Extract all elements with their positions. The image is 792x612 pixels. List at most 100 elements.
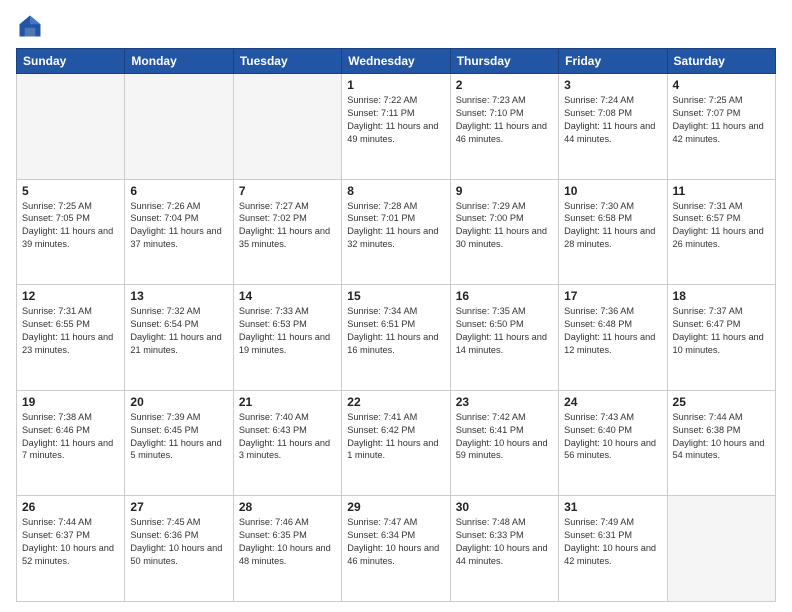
day-info: Sunrise: 7:47 AM Sunset: 6:34 PM Dayligh…	[347, 516, 444, 568]
day-info: Sunrise: 7:41 AM Sunset: 6:42 PM Dayligh…	[347, 411, 444, 463]
table-row: 3Sunrise: 7:24 AM Sunset: 7:08 PM Daylig…	[559, 74, 667, 180]
day-number: 20	[130, 395, 227, 409]
day-number: 4	[673, 78, 770, 92]
day-info: Sunrise: 7:26 AM Sunset: 7:04 PM Dayligh…	[130, 200, 227, 252]
day-info: Sunrise: 7:36 AM Sunset: 6:48 PM Dayligh…	[564, 305, 661, 357]
day-info: Sunrise: 7:45 AM Sunset: 6:36 PM Dayligh…	[130, 516, 227, 568]
day-number: 8	[347, 184, 444, 198]
day-number: 29	[347, 500, 444, 514]
table-row	[125, 74, 233, 180]
table-row: 30 Sunrise: 7:48 AM Sunset: 6:33 PM Dayli…	[450, 496, 558, 602]
table-row: 2Sunrise: 7:23 AM Sunset: 7:10 PM Daylig…	[450, 74, 558, 180]
col-tuesday: Tuesday	[233, 49, 341, 74]
logo-icon	[16, 12, 44, 40]
day-info: Sunrise: 7:32 AM Sunset: 6:54 PM Dayligh…	[130, 305, 227, 357]
day-number: 6	[130, 184, 227, 198]
day-number: 28	[239, 500, 336, 514]
day-info: Sunrise: 7:44 AM Sunset: 6:38 PM Dayligh…	[673, 411, 770, 463]
table-row: 11 Sunrise: 7:31 AM Sunset: 6:57 PM Dayli…	[667, 179, 775, 285]
table-row: 16Sunrise: 7:35 AM Sunset: 6:50 PM Dayli…	[450, 285, 558, 391]
day-number: 14	[239, 289, 336, 303]
day-info: Sunrise: 7:28 AM Sunset: 7:01 PM Dayligh…	[347, 200, 444, 252]
day-number: 25	[673, 395, 770, 409]
table-row: 12 Sunrise: 7:31 AM Sunset: 6:55 PM Dayli…	[17, 285, 125, 391]
day-number: 17	[564, 289, 661, 303]
table-row: 26 Sunrise: 7:44 AM Sunset: 6:37 PM Dayli…	[17, 496, 125, 602]
day-number: 31	[564, 500, 661, 514]
table-row: 19Sunrise: 7:38 AM Sunset: 6:46 PM Dayli…	[17, 390, 125, 496]
table-row: 29 Sunrise: 7:47 AM Sunset: 6:34 PM Dayli…	[342, 496, 450, 602]
calendar: Sunday Monday Tuesday Wednesday Thursday…	[16, 48, 776, 602]
day-number: 18	[673, 289, 770, 303]
day-number: 3	[564, 78, 661, 92]
table-row: 20Sunrise: 7:39 AM Sunset: 6:45 PM Dayli…	[125, 390, 233, 496]
table-row: 31 Sunrise: 7:49 AM Sunset: 6:31 PM Dayli…	[559, 496, 667, 602]
day-info: Sunrise: 7:48 AM Sunset: 6:33 PM Dayligh…	[456, 516, 553, 568]
day-number: 30	[456, 500, 553, 514]
table-row: 28 Sunrise: 7:46 AM Sunset: 6:35 PM Dayli…	[233, 496, 341, 602]
day-number: 1	[347, 78, 444, 92]
table-row: 1 Sunrise: 7:22 AM Sunset: 7:11 PM Daylig…	[342, 74, 450, 180]
table-row: 27 Sunrise: 7:45 AM Sunset: 6:36 PM Dayli…	[125, 496, 233, 602]
day-number: 26	[22, 500, 119, 514]
col-saturday: Saturday	[667, 49, 775, 74]
day-info: Sunrise: 7:33 AM Sunset: 6:53 PM Dayligh…	[239, 305, 336, 357]
day-info: Sunrise: 7:44 AM Sunset: 6:37 PM Dayligh…	[22, 516, 119, 568]
calendar-week-row: 5 Sunrise: 7:25 AM Sunset: 7:05 PM Daylig…	[17, 179, 776, 285]
day-number: 22	[347, 395, 444, 409]
day-number: 7	[239, 184, 336, 198]
table-row: 21Sunrise: 7:40 AM Sunset: 6:43 PM Dayli…	[233, 390, 341, 496]
calendar-week-row: 1 Sunrise: 7:22 AM Sunset: 7:11 PM Daylig…	[17, 74, 776, 180]
day-info: Sunrise: 7:31 AM Sunset: 6:57 PM Dayligh…	[673, 200, 770, 252]
day-number: 24	[564, 395, 661, 409]
day-info: Sunrise: 7:46 AM Sunset: 6:35 PM Dayligh…	[239, 516, 336, 568]
calendar-week-row: 12 Sunrise: 7:31 AM Sunset: 6:55 PM Dayli…	[17, 285, 776, 391]
day-info: Sunrise: 7:40 AM Sunset: 6:43 PM Dayligh…	[239, 411, 336, 463]
day-number: 12	[22, 289, 119, 303]
calendar-header-row: Sunday Monday Tuesday Wednesday Thursday…	[17, 49, 776, 74]
day-info: Sunrise: 7:25 AM Sunset: 7:07 PM Dayligh…	[673, 94, 770, 146]
day-info: Sunrise: 7:22 AM Sunset: 7:11 PM Dayligh…	[347, 94, 444, 146]
day-info: Sunrise: 7:29 AM Sunset: 7:00 PM Dayligh…	[456, 200, 553, 252]
col-wednesday: Wednesday	[342, 49, 450, 74]
day-number: 19	[22, 395, 119, 409]
col-sunday: Sunday	[17, 49, 125, 74]
calendar-week-row: 26 Sunrise: 7:44 AM Sunset: 6:37 PM Dayli…	[17, 496, 776, 602]
day-info: Sunrise: 7:42 AM Sunset: 6:41 PM Dayligh…	[456, 411, 553, 463]
table-row: 25 Sunrise: 7:44 AM Sunset: 6:38 PM Dayli…	[667, 390, 775, 496]
day-number: 10	[564, 184, 661, 198]
day-number: 15	[347, 289, 444, 303]
col-friday: Friday	[559, 49, 667, 74]
day-info: Sunrise: 7:43 AM Sunset: 6:40 PM Dayligh…	[564, 411, 661, 463]
col-thursday: Thursday	[450, 49, 558, 74]
table-row: 13Sunrise: 7:32 AM Sunset: 6:54 PM Dayli…	[125, 285, 233, 391]
header	[16, 12, 776, 40]
table-row	[233, 74, 341, 180]
table-row: 4 Sunrise: 7:25 AM Sunset: 7:07 PM Daylig…	[667, 74, 775, 180]
page: Sunday Monday Tuesday Wednesday Thursday…	[0, 0, 792, 612]
logo	[16, 12, 48, 40]
calendar-week-row: 19Sunrise: 7:38 AM Sunset: 6:46 PM Dayli…	[17, 390, 776, 496]
day-info: Sunrise: 7:49 AM Sunset: 6:31 PM Dayligh…	[564, 516, 661, 568]
table-row: 5 Sunrise: 7:25 AM Sunset: 7:05 PM Daylig…	[17, 179, 125, 285]
table-row: 14 Sunrise: 7:33 AM Sunset: 6:53 PM Dayli…	[233, 285, 341, 391]
table-row: 22 Sunrise: 7:41 AM Sunset: 6:42 PM Dayli…	[342, 390, 450, 496]
table-row: 18 Sunrise: 7:37 AM Sunset: 6:47 PM Dayli…	[667, 285, 775, 391]
table-row: 23Sunrise: 7:42 AM Sunset: 6:41 PM Dayli…	[450, 390, 558, 496]
day-info: Sunrise: 7:27 AM Sunset: 7:02 PM Dayligh…	[239, 200, 336, 252]
table-row: 6 Sunrise: 7:26 AM Sunset: 7:04 PM Daylig…	[125, 179, 233, 285]
table-row: 17 Sunrise: 7:36 AM Sunset: 6:48 PM Dayli…	[559, 285, 667, 391]
day-info: Sunrise: 7:37 AM Sunset: 6:47 PM Dayligh…	[673, 305, 770, 357]
day-number: 11	[673, 184, 770, 198]
table-row: 10Sunrise: 7:30 AM Sunset: 6:58 PM Dayli…	[559, 179, 667, 285]
day-info: Sunrise: 7:35 AM Sunset: 6:50 PM Dayligh…	[456, 305, 553, 357]
day-number: 2	[456, 78, 553, 92]
day-info: Sunrise: 7:34 AM Sunset: 6:51 PM Dayligh…	[347, 305, 444, 357]
day-info: Sunrise: 7:25 AM Sunset: 7:05 PM Dayligh…	[22, 200, 119, 252]
table-row: 24 Sunrise: 7:43 AM Sunset: 6:40 PM Dayli…	[559, 390, 667, 496]
day-number: 27	[130, 500, 227, 514]
table-row: 7 Sunrise: 7:27 AM Sunset: 7:02 PM Daylig…	[233, 179, 341, 285]
day-number: 5	[22, 184, 119, 198]
day-info: Sunrise: 7:31 AM Sunset: 6:55 PM Dayligh…	[22, 305, 119, 357]
table-row: 9Sunrise: 7:29 AM Sunset: 7:00 PM Daylig…	[450, 179, 558, 285]
